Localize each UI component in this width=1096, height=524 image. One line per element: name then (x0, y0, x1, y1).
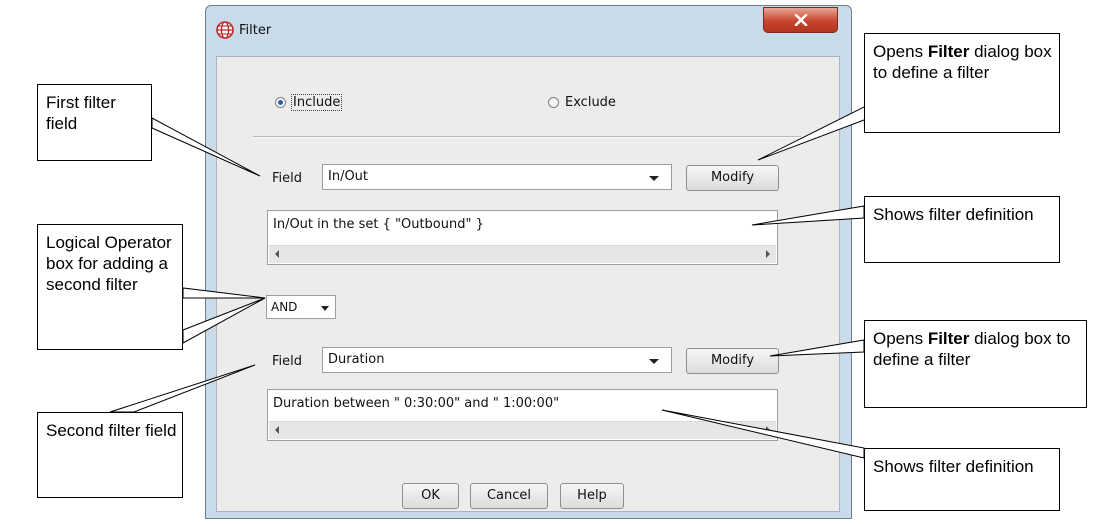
callout-modify-top-text: Opens (873, 42, 928, 61)
callout-logical-operator-text: Logical Operator box for adding a second… (46, 233, 172, 294)
callout-modify-top-bold: Filter (927, 42, 970, 61)
callout-definition-top-text: Shows filter definition (873, 205, 1034, 224)
leader-modify-bottom (769, 339, 865, 357)
callout-first-filter: First filter field (37, 84, 152, 161)
leader-definition-bottom (661, 409, 865, 459)
leader-first-filter (151, 117, 261, 177)
leader-logical-operator-2 (182, 297, 266, 344)
callout-definition-bottom: Shows filter definition (864, 448, 1060, 511)
callout-modify-bottom-text: Opens (873, 329, 928, 348)
callout-second-filter: Second filter field (37, 412, 183, 498)
callout-modify-top: Opens Filter dialog box to define a filt… (864, 33, 1060, 133)
callout-modify-bottom-bold: Filter (927, 329, 970, 348)
leader-logical-operator (182, 287, 266, 299)
callout-logical-operator: Logical Operator box for adding a second… (37, 224, 183, 350)
callout-definition-top: Shows filter definition (864, 196, 1060, 263)
callout-first-filter-text: First filter field (46, 93, 116, 133)
leader-modify-top (757, 102, 873, 161)
callout-definition-bottom-text: Shows filter definition (873, 457, 1034, 476)
callout-second-filter-text: Second filter field (46, 421, 177, 440)
leader-definition-top (751, 205, 865, 226)
leader-second-filter (109, 364, 256, 413)
callout-modify-bottom: Opens Filter dialog box to define a filt… (864, 320, 1087, 408)
